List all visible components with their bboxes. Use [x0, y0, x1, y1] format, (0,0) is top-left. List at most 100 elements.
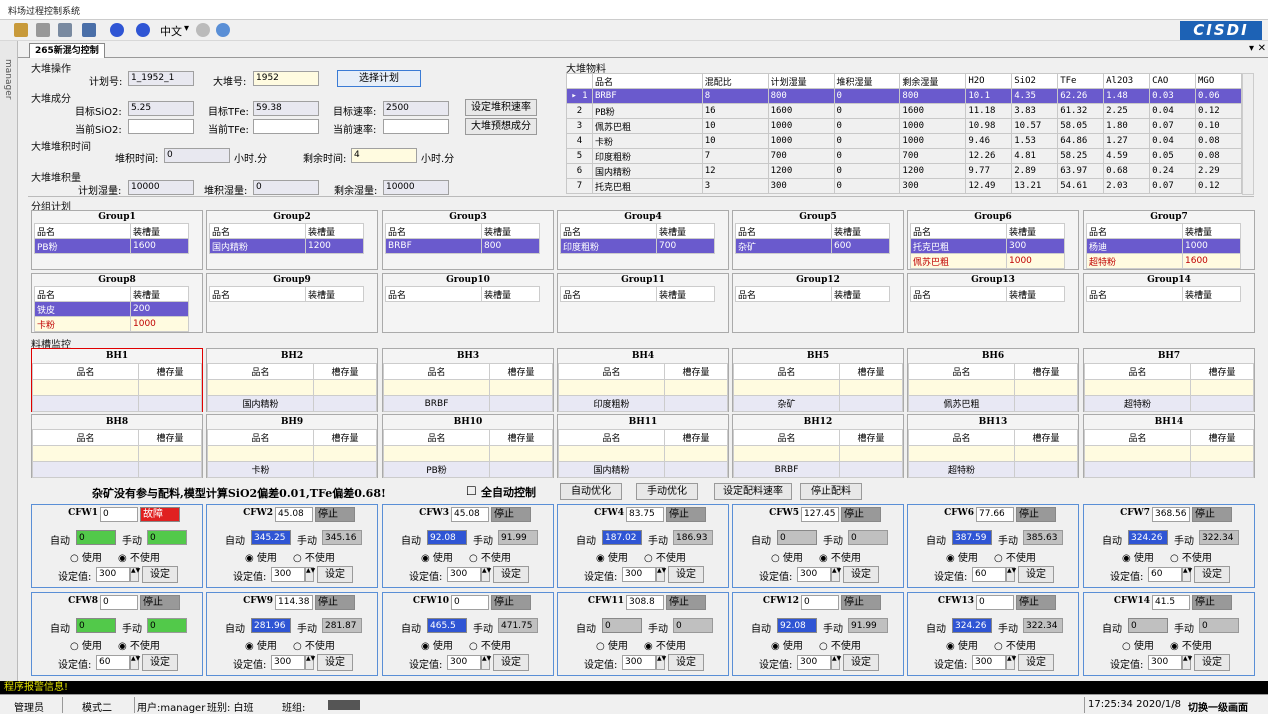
bin-card[interactable]: BH1 品名 槽存量 — [31, 348, 203, 412]
back-icon[interactable] — [110, 23, 124, 37]
setpoint-input[interactable]: 300 — [96, 567, 130, 582]
feeder-value[interactable]: 114.38 — [275, 595, 313, 610]
language-select[interactable]: 中文 — [160, 23, 182, 39]
table-row[interactable]: 印度粗粉 700 — [560, 238, 715, 254]
edit-icon[interactable] — [14, 23, 28, 37]
materials-scrollbar[interactable] — [1242, 73, 1254, 195]
setpoint-input[interactable]: 300 — [797, 655, 831, 670]
spinner-icon[interactable]: ▲▼ — [1182, 655, 1192, 670]
feeder-value[interactable]: 368.56 — [1152, 507, 1190, 522]
set-button[interactable]: 设定 — [142, 654, 178, 671]
select-plan-button[interactable]: 选择计划 — [337, 70, 421, 87]
side-panel[interactable]: manager — [0, 41, 18, 681]
no-use-radio[interactable]: ○ 不使用 — [994, 637, 1036, 652]
table-row[interactable]: 佩苏巴粗 1000 — [910, 253, 1065, 269]
setpoint-input[interactable]: 300 — [271, 655, 305, 670]
spinner-icon[interactable]: ▲▼ — [1006, 567, 1016, 582]
no-use-radio[interactable]: ◉ 不使用 — [1170, 637, 1212, 652]
table-row[interactable]: 2 PB粉 16 1600 0 1600 11.18 3.83 61.32 2.25 0.04 0.1… — [566, 103, 1243, 119]
set-button[interactable]: 设定 — [843, 654, 879, 671]
no-use-radio[interactable]: ○ 不使用 — [469, 549, 511, 564]
set-button[interactable]: 设定 — [493, 654, 529, 671]
feeder-value[interactable]: 127.45 — [801, 507, 839, 522]
auto-optimize-button[interactable]: 自动优化 — [560, 483, 622, 500]
bin-card[interactable]: BH12 品名 槽存量 BRBF — [732, 414, 904, 478]
feeder-value[interactable]: 45.08 — [275, 507, 313, 522]
settings-icon[interactable] — [196, 23, 210, 37]
remain-time-field[interactable]: 4 — [351, 148, 417, 163]
table-row[interactable]: 托克巴粗 300 — [910, 238, 1065, 254]
set-button[interactable]: 设定 — [493, 566, 529, 583]
use-radio[interactable]: ◉ 使用 — [596, 549, 628, 564]
use-radio[interactable]: ◉ 使用 — [245, 637, 277, 652]
manual-optimize-button[interactable]: 手动优化 — [636, 483, 698, 500]
predict-composition-button[interactable]: 大堆预想成分 — [465, 118, 537, 135]
use-radio[interactable]: ◉ 使用 — [245, 549, 277, 564]
stop-batching-button[interactable]: 停止配料 — [800, 483, 862, 500]
bin-card[interactable]: BH7 品名 槽存量 超特粉 — [1083, 348, 1255, 412]
table-row[interactable]: 4 卡粉 10 1000 0 1000 9.46 1.53 64.86 1.27 0.04 0.08 — [566, 133, 1243, 149]
bin-card[interactable]: BH11 品名 槽存量 国内精粉 — [557, 414, 729, 478]
spinner-icon[interactable]: ▲▼ — [831, 655, 841, 670]
bin-card[interactable]: BH6 品名 槽存量 佩苏巴粗 — [907, 348, 1079, 412]
no-use-radio[interactable]: ○ 不使用 — [994, 549, 1036, 564]
feeder-value[interactable]: 0 — [100, 595, 138, 610]
use-radio[interactable]: ◉ 使用 — [946, 637, 978, 652]
table-row[interactable]: PB粉 1600 — [34, 238, 189, 254]
remain-wet-field[interactable]: 10000 — [383, 180, 449, 195]
table-row[interactable]: 7 托克巴粗 3 300 0 300 12.49 13.21 54.61 2.03 0.07 0.12 — [566, 178, 1243, 194]
setpoint-input[interactable]: 300 — [447, 655, 481, 670]
bin-card[interactable]: BH13 品名 槽存量 超特粉 — [907, 414, 1079, 478]
set-button[interactable]: 设定 — [317, 654, 353, 671]
bin-card[interactable]: BH10 品名 槽存量 PB粉 — [382, 414, 554, 478]
set-button[interactable]: 设定 — [843, 566, 879, 583]
current-sio2-field[interactable] — [128, 119, 194, 134]
no-use-radio[interactable]: ○ 不使用 — [293, 637, 335, 652]
stack-time-field[interactable]: 0 — [164, 148, 230, 163]
spinner-icon[interactable]: ▲▼ — [130, 655, 140, 670]
target-sio2-field[interactable]: 5.25 — [128, 101, 194, 116]
setpoint-input[interactable]: 60 — [972, 567, 1006, 582]
target-tfe-field[interactable]: 59.38 — [253, 101, 319, 116]
auto-control-checkbox[interactable]: ☐ — [466, 484, 477, 498]
use-radio[interactable]: ◉ 使用 — [771, 637, 803, 652]
no-use-radio[interactable]: ◉ 不使用 — [118, 549, 160, 564]
bin-card[interactable]: BH14 品名 槽存量 — [1083, 414, 1255, 478]
table-row[interactable]: 3 佩苏巴粗 10 1000 0 1000 10.98 10.57 58.05 1.80 0.07 0… — [566, 118, 1243, 134]
info-icon[interactable] — [216, 23, 230, 37]
no-use-radio[interactable]: ○ 不使用 — [293, 549, 335, 564]
spinner-icon[interactable]: ▲▼ — [130, 567, 140, 582]
spinner-icon[interactable]: ▲▼ — [1182, 567, 1192, 582]
print-icon[interactable] — [36, 23, 50, 37]
no-use-radio[interactable]: ○ 不使用 — [644, 549, 686, 564]
use-radio[interactable]: ◉ 使用 — [421, 549, 453, 564]
feeder-value[interactable]: 83.75 — [626, 507, 664, 522]
table-row[interactable]: 杨迪 1000 — [1086, 238, 1241, 254]
table-row[interactable]: 杂矿 600 — [735, 238, 890, 254]
setpoint-input[interactable]: 300 — [271, 567, 305, 582]
use-radio[interactable]: ○ 使用 — [596, 637, 628, 652]
setpoint-input[interactable]: 300 — [797, 567, 831, 582]
chevron-down-icon[interactable]: ▾ — [184, 23, 189, 34]
set-batch-rate-button[interactable]: 设定配料速率 — [714, 483, 792, 500]
no-use-radio[interactable]: ◉ 不使用 — [118, 637, 160, 652]
bin-card[interactable]: BH2 品名 槽存量 国内精粉 — [206, 348, 378, 412]
current-rate-field[interactable] — [383, 119, 449, 134]
target-rate-field[interactable]: 2500 — [383, 101, 449, 116]
set-button[interactable]: 设定 — [668, 566, 704, 583]
plan-wet-field[interactable]: 10000 — [128, 180, 194, 195]
set-stack-rate-button[interactable]: 设定堆积速率 — [465, 99, 537, 116]
set-button[interactable]: 设定 — [317, 566, 353, 583]
no-use-radio[interactable]: ◉ 不使用 — [819, 549, 861, 564]
no-use-radio[interactable]: ○ 不使用 — [819, 637, 861, 652]
table-row[interactable]: 国内精粉 1200 — [209, 238, 364, 254]
use-radio[interactable]: ◉ 使用 — [1122, 549, 1154, 564]
set-button[interactable]: 设定 — [1194, 566, 1230, 583]
table-row[interactable]: 超特粉 1600 — [1086, 253, 1241, 269]
no-use-radio[interactable]: ◉ 不使用 — [644, 637, 686, 652]
use-radio[interactable]: ○ 使用 — [70, 637, 102, 652]
bin-card[interactable]: BH9 品名 槽存量 卡粉 — [206, 414, 378, 478]
set-button[interactable]: 设定 — [1194, 654, 1230, 671]
feeder-value[interactable]: 0 — [100, 507, 138, 522]
setpoint-input[interactable]: 60 — [96, 655, 130, 670]
